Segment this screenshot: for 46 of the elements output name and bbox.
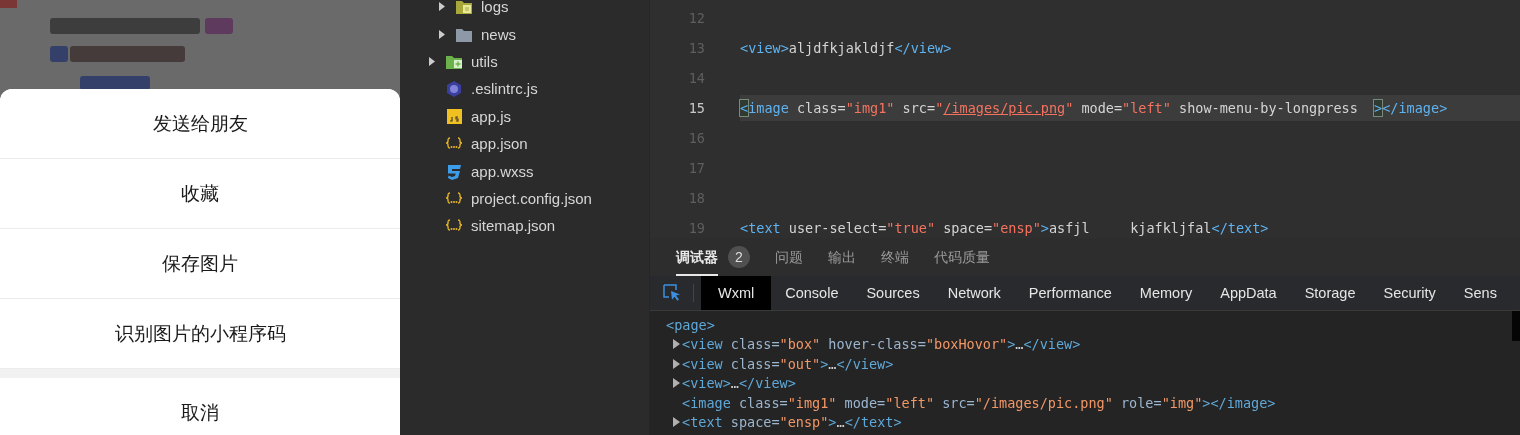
hexagon-icon [446,80,462,98]
devtools-tab[interactable]: AppData [1206,276,1291,310]
braces-icon [446,189,462,207]
devtools-tab[interactable]: Sources [852,276,934,310]
file-name[interactable]: app.wxss [471,162,534,180]
menu-item[interactable]: 收藏 [0,159,400,229]
count-badge: 2 [728,246,750,268]
devtools-tab[interactable]: Storage [1290,276,1370,310]
devtools-tab[interactable]: Console [771,276,853,310]
panel-tab[interactable]: 问题 [775,238,803,276]
menu-item[interactable]: 发送给朋友 [0,89,400,159]
file-name[interactable]: logs [481,0,509,16]
file-name[interactable]: news [481,25,517,43]
wxml-node[interactable]: <view class="out">…</view> [682,355,894,372]
menu-item[interactable]: 识别图片的小程序码 [0,299,400,369]
scrollbar[interactable] [1512,311,1520,341]
code-line: <image class="img1" src="/images/pic.png" mode="left" show-menu-by-longpress ></image> [740,100,1448,116]
file-name[interactable]: .eslintrc.js [471,80,538,98]
wxml-node[interactable]: <text space="ensp">…</text> [682,414,902,431]
wxml-node[interactable]: <view>…</view> [682,375,796,392]
cursor-icon [663,284,681,302]
devtools-tab[interactable]: Network [933,276,1015,310]
file-name[interactable]: app.js [471,107,512,125]
panel-tab[interactable]: 终端 [881,238,909,276]
line-number: 15 [687,100,706,116]
devtools-tab[interactable]: Performance [1014,276,1126,310]
devtools-tab[interactable]: Security [1369,276,1450,310]
wxml-node[interactable]: <image class="img1" mode="left" src="/images/pic.png" role="img"></image> [682,394,1276,411]
wxml-node[interactable]: <view class="box" hover-class="boxHovor">…</view> [682,336,1081,353]
devtools-tab[interactable]: Memory [1125,276,1207,310]
file-name[interactable]: project.config.json [471,189,592,207]
code-line: <view>aljdfkjakldjf</view> [740,40,952,56]
code-line: <text user-select="true" space="ensp">asfjl kjafkljfal</text> [740,220,1269,236]
cancel-button[interactable]: 取消 [0,378,400,435]
wxml-node[interactable]: <page> [666,316,715,333]
folder-icon [456,0,472,16]
file-name[interactable]: app.json [471,135,528,153]
panel-tab[interactable]: 代码质量 [934,238,990,276]
file-name[interactable]: sitemap.json [471,217,556,235]
devtools-tab[interactable]: Sens [1449,276,1511,310]
css-file-icon [446,162,462,180]
file-name[interactable]: utils [471,52,498,70]
js-file-icon [446,107,462,125]
panel-tab[interactable]: 输出 [828,238,856,276]
devtools-tab[interactable]: Wxml [701,276,772,310]
menu-item[interactable]: 保存图片 [0,229,400,299]
